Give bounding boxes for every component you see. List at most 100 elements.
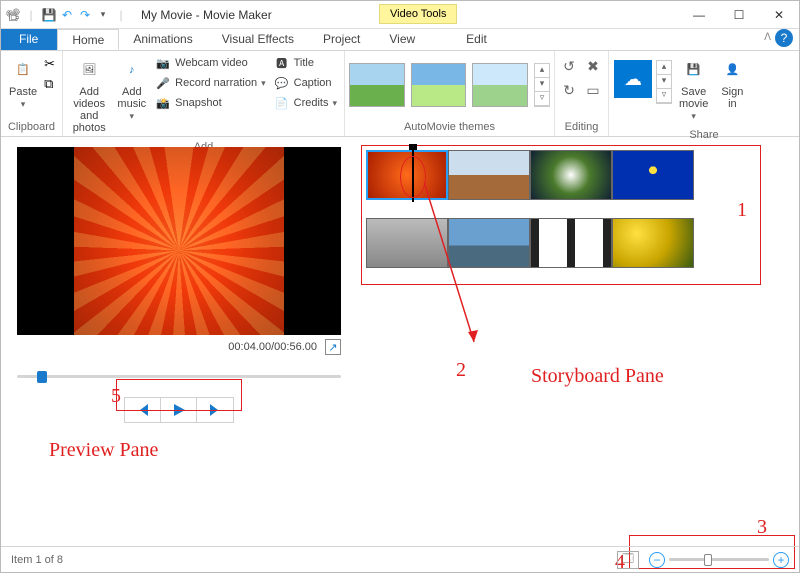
timecode: 00:04.00/00:56.00: [228, 341, 317, 353]
zoom-slider[interactable]: [669, 558, 769, 561]
chevron-down-icon: ▾: [21, 100, 26, 110]
chevron-down-icon: ▾: [691, 112, 696, 122]
clip-thumbnail[interactable]: [612, 150, 694, 200]
clipboard-icon: 📋: [9, 56, 37, 84]
tab-view[interactable]: View: [375, 29, 430, 50]
fullscreen-icon[interactable]: ↗: [325, 339, 341, 355]
clip-thumbnail[interactable]: [530, 150, 612, 200]
gallery-expand-icon[interactable]: ▿: [657, 89, 671, 103]
divider-icon: |: [113, 7, 129, 23]
clip-thumbnail[interactable]: [612, 218, 694, 268]
copy-icon[interactable]: ⧉: [44, 76, 55, 92]
add-music-button[interactable]: ♪ Add music ▾: [114, 54, 149, 124]
divider-icon: |: [23, 7, 39, 23]
ribbon-group-themes: ▴ ▾ ▿ AutoMovie themes: [345, 51, 555, 136]
scroll-up-icon[interactable]: ▴: [535, 64, 549, 78]
annotation-preview-label: Preview Pane: [49, 439, 158, 462]
caption-button[interactable]: 💬Caption: [272, 74, 339, 92]
ribbon: 📋 Paste ▾ ✂ ⧉ Clipboard 🖼 Add videos and…: [1, 51, 799, 137]
zoom-thumb[interactable]: [704, 554, 712, 566]
snapshot-button[interactable]: 📸Snapshot: [153, 94, 267, 112]
ribbon-group-add: 🖼 Add videos and photos ♪ Add music ▾ 📷W…: [63, 51, 345, 136]
rotate-left-icon[interactable]: ↺: [560, 57, 578, 75]
zoom-in-button[interactable]: +: [773, 552, 789, 568]
scroll-up-icon[interactable]: ▴: [657, 61, 671, 75]
main-area: 00:04.00/00:56.00 ↗: [1, 137, 799, 547]
music-note-icon: ♪: [118, 56, 146, 84]
credits-button[interactable]: 📄Credits▾: [272, 94, 339, 112]
contextual-tab-label: Video Tools: [379, 4, 457, 24]
chevron-down-icon: ▾: [130, 112, 135, 122]
annotation-2: 2: [456, 359, 466, 382]
save-movie-icon: 💾: [680, 56, 708, 84]
status-item-count: Item 1 of 8: [11, 554, 63, 566]
zoom-out-button[interactable]: −: [649, 552, 665, 568]
app-icon: 📽: [5, 7, 21, 23]
photos-icon: 🖼: [75, 56, 103, 84]
clip-thumbnail[interactable]: [448, 150, 530, 200]
maximize-button[interactable]: ☐: [719, 1, 759, 29]
close-button[interactable]: ✕: [759, 1, 799, 29]
save-movie-button[interactable]: 💾 Save movie ▾: [676, 54, 711, 124]
theme-thumbnail[interactable]: [411, 63, 467, 107]
tab-animations[interactable]: Animations: [119, 29, 207, 50]
scroll-down-icon[interactable]: ▾: [657, 75, 671, 89]
clip-strip: [366, 218, 756, 268]
clip-thumbnail[interactable]: [530, 218, 612, 268]
paste-button[interactable]: 📋 Paste ▾: [6, 54, 40, 112]
seek-thumb[interactable]: [37, 371, 47, 383]
cut-icon[interactable]: ✂: [44, 56, 55, 72]
tab-visual-effects[interactable]: Visual Effects: [208, 29, 309, 50]
save-icon[interactable]: 💾: [41, 7, 57, 23]
select-all-icon[interactable]: ▭: [584, 81, 602, 99]
tab-file[interactable]: File: [1, 29, 57, 50]
tab-edit[interactable]: Edit: [452, 29, 502, 50]
add-videos-button[interactable]: 🖼 Add videos and photos: [68, 54, 110, 136]
undo-icon[interactable]: ↶: [59, 7, 75, 23]
storyboard-container: [361, 145, 761, 285]
preview-pane: 00:04.00/00:56.00 ↗: [1, 137, 353, 547]
title-icon: 🅰: [274, 55, 290, 71]
person-icon: 👤: [718, 56, 746, 84]
share-gallery-scroll[interactable]: ▴ ▾ ▿: [656, 60, 672, 104]
view-toggle-button[interactable]: 🗔: [617, 551, 639, 569]
scroll-down-icon[interactable]: ▾: [535, 78, 549, 92]
quick-access-toolbar: 📽 | 💾 ↶ ↷ ▾ |: [1, 7, 133, 23]
webcam-button[interactable]: 📷Webcam video: [153, 54, 267, 72]
preview-video[interactable]: [17, 147, 341, 335]
group-label: AutoMovie themes: [345, 119, 554, 136]
window-title: My Movie - Movie Maker: [141, 8, 272, 22]
annotation-box: [116, 379, 242, 411]
ribbon-tabs: File Home Animations Visual Effects Proj…: [1, 29, 799, 51]
sign-in-button[interactable]: 👤 Sign in: [715, 54, 749, 112]
title-bar: 📽 | 💾 ↶ ↷ ▾ | My Movie - Movie Maker Vid…: [1, 1, 799, 29]
microphone-icon: 🎤: [155, 75, 171, 91]
minimize-button[interactable]: —: [679, 1, 719, 29]
tab-home[interactable]: Home: [57, 29, 119, 50]
tab-project[interactable]: Project: [309, 29, 375, 50]
clip-thumbnail[interactable]: [366, 218, 448, 268]
gallery-expand-icon[interactable]: ▿: [535, 92, 549, 106]
rotate-right-icon[interactable]: ↻: [560, 81, 578, 99]
credits-icon: 📄: [274, 95, 290, 111]
zoom-control: − +: [649, 552, 789, 568]
theme-thumbnail[interactable]: [349, 63, 405, 107]
delete-icon[interactable]: ✖: [584, 57, 602, 75]
collapse-ribbon-icon[interactable]: ᐱ: [764, 32, 771, 43]
caption-icon: 💬: [274, 75, 290, 91]
theme-thumbnail[interactable]: [472, 63, 528, 107]
help-icon[interactable]: ?: [775, 29, 793, 47]
group-label: Clipboard: [1, 119, 62, 136]
ribbon-group-share: ☁ ▴ ▾ ▿ 💾 Save movie ▾ 👤 Sign in Share: [609, 51, 799, 136]
gallery-scroll[interactable]: ▴ ▾ ▿: [534, 63, 550, 107]
onedrive-button[interactable]: ☁: [614, 60, 652, 98]
title-button[interactable]: 🅰Title: [272, 54, 339, 72]
annotation-circle: [400, 156, 426, 198]
status-bar: Item 1 of 8 🗔 − +: [1, 546, 799, 572]
redo-icon[interactable]: ↷: [77, 7, 93, 23]
qat-dropdown-icon[interactable]: ▾: [95, 7, 111, 23]
narration-button[interactable]: 🎤Record narration▾: [153, 74, 267, 92]
ribbon-group-editing: ↺ ✖ ↻ ▭ Editing: [555, 51, 609, 136]
clip-thumbnail[interactable]: [448, 218, 530, 268]
annotation-5: 5: [111, 385, 121, 408]
